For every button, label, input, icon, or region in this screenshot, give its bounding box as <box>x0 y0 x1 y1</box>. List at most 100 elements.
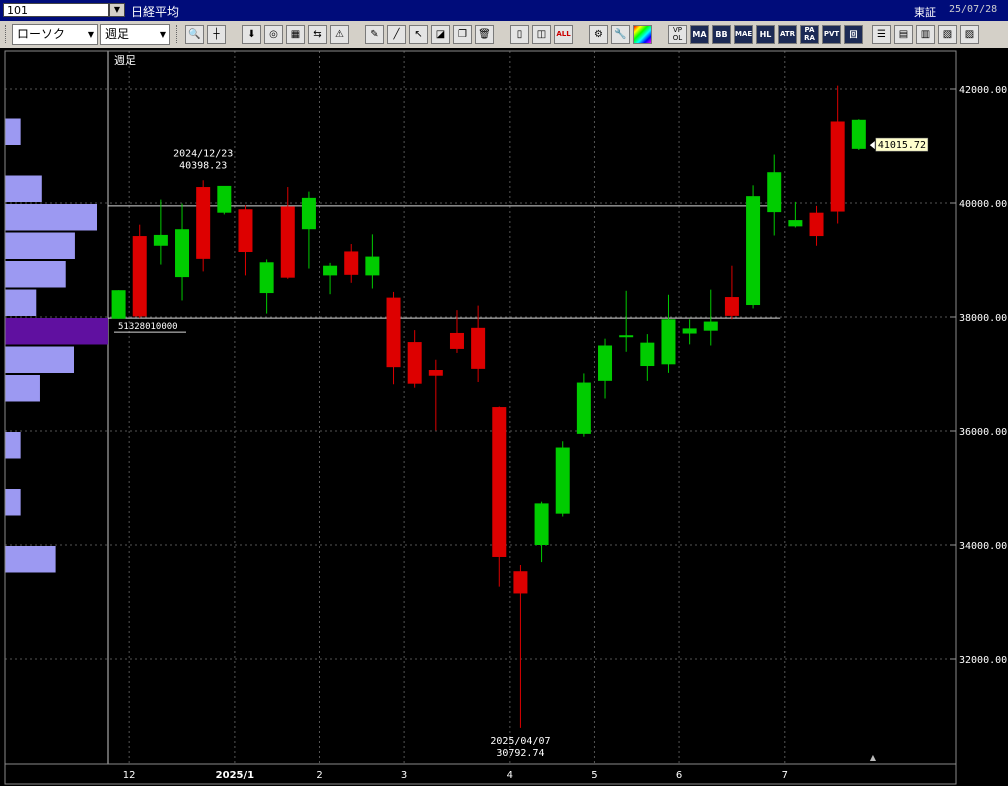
hl-button[interactable]: HL <box>756 25 775 44</box>
layout-bars-icon[interactable]: ▥ <box>916 25 935 44</box>
candle-body-down <box>809 212 824 237</box>
candle-icon[interactable]: ▯ <box>510 25 529 44</box>
candle-body-up <box>703 321 718 331</box>
layout-fan-icon[interactable]: ▨ <box>960 25 979 44</box>
candle-body-up <box>746 196 761 306</box>
x-tick-label: 7 <box>782 770 788 781</box>
date-label: 25/07/28 <box>949 4 998 15</box>
atr-button[interactable]: ATR <box>778 25 797 44</box>
title-bar: 101 ▼ 日経平均 東証 25/07/28 <box>0 0 1008 21</box>
cursor-icon[interactable]: ↖ <box>409 25 428 44</box>
volume-profile-bar <box>5 204 97 231</box>
volume-profile-bar <box>5 175 42 202</box>
pen-icon[interactable]: ✎ <box>365 25 384 44</box>
candle-body-up <box>661 319 676 365</box>
candle-body-down <box>386 297 401 368</box>
x-axis-border <box>4 763 957 785</box>
fill-icon[interactable]: ◪ <box>431 25 450 44</box>
wrench-icon[interactable]: 🔧 <box>611 25 630 44</box>
x-tick-label: 2025/1 <box>216 770 254 781</box>
color-palette-icon[interactable] <box>633 25 652 44</box>
candle-body-up <box>534 503 549 545</box>
copy-icon[interactable]: ❐ <box>453 25 472 44</box>
chart-type-value: ローソク <box>17 27 66 41</box>
candle-body-up <box>576 382 591 434</box>
kai-button[interactable]: 回 <box>844 25 863 44</box>
period-select[interactable]: 週足 ▼ <box>100 24 170 45</box>
candle-body-up <box>153 234 168 246</box>
magnifier-icon[interactable]: ◎ <box>264 25 283 44</box>
volume-profile-bar <box>5 546 56 573</box>
layout-tilt-icon[interactable]: ▤ <box>894 25 913 44</box>
candle-body-up <box>682 328 697 334</box>
candle-body-up <box>365 256 380 276</box>
chart-type-select[interactable]: ローソク ▼ <box>12 24 98 45</box>
layout-stack-icon[interactable]: ▧ <box>938 25 957 44</box>
crosshair-icon[interactable]: ┼ <box>207 25 226 44</box>
chevron-down-icon: ▼ <box>87 30 94 39</box>
volume-profile-bar <box>5 118 21 145</box>
toolbar-grip[interactable] <box>176 25 180 43</box>
stock-code-dropdown-button[interactable]: ▼ <box>109 3 125 17</box>
candle-body-up <box>555 447 570 514</box>
candle-body-up <box>619 335 634 338</box>
candlestick-chart: 週足 51328010000 2024/12/2340398.23 2025/04… <box>4 50 1007 785</box>
y-tick-label: 42000.00 <box>959 85 1007 96</box>
volume-profile-bar <box>5 375 40 402</box>
candle-body-down <box>449 332 464 349</box>
candle-body-down <box>344 251 359 275</box>
annotation-date: 2025/04/07 <box>490 736 550 747</box>
ruler-icon[interactable]: ▦ <box>286 25 305 44</box>
chevron-down-icon: ▼ <box>159 30 166 39</box>
candle-body-down <box>428 370 443 376</box>
last-price-label: 41015.72 <box>878 140 926 151</box>
candle-compare-icon[interactable]: ◫ <box>532 25 551 44</box>
candle-body-up <box>851 119 866 149</box>
vp-icon[interactable]: VP OL <box>668 25 687 44</box>
candle-body-down <box>196 187 211 259</box>
warning-icon[interactable]: ⚠ <box>330 25 349 44</box>
y-tick-label: 36000.00 <box>959 427 1007 438</box>
y-tick-label: 34000.00 <box>959 541 1007 552</box>
candle-body-up <box>323 265 338 276</box>
chart-area[interactable]: 週足 51328010000 2024/12/23 40398.23 2025/04… <box>0 48 1008 786</box>
scroll-up-icon: ▲ <box>870 753 877 762</box>
volume-profile-bar <box>5 489 21 516</box>
candle-body-down <box>724 297 739 316</box>
pvt-button[interactable]: PVT <box>822 25 841 44</box>
candle-body-down <box>513 571 528 594</box>
para-button[interactable]: PA RA <box>800 25 819 44</box>
mae-button[interactable]: MAE <box>734 25 753 44</box>
candle-body-up <box>217 185 232 213</box>
toolbar-grip[interactable] <box>5 25 9 43</box>
last-price-arrow-icon <box>869 141 875 150</box>
volume-profile-max-bar <box>5 318 108 345</box>
download-icon[interactable]: ⬇ <box>242 25 261 44</box>
stock-code-input[interactable]: 101 <box>3 3 109 17</box>
arrows-icon[interactable]: ⇆ <box>308 25 327 44</box>
candle-body-down <box>407 342 422 384</box>
layout-list-icon[interactable]: ☰ <box>872 25 891 44</box>
x-tick-label: 3 <box>401 770 407 781</box>
trash-icon[interactable]: 🗑 <box>475 25 494 44</box>
all-icon[interactable]: ALL <box>554 25 573 44</box>
gear-icon[interactable]: ⚙ <box>589 25 608 44</box>
zoom-icon[interactable]: 🔍 <box>185 25 204 44</box>
period-value: 週足 <box>105 27 130 41</box>
candle-body-down <box>471 327 486 369</box>
ma-button[interactable]: MA <box>690 25 709 44</box>
candle-body-up <box>640 342 655 367</box>
candle-body-up <box>259 262 274 294</box>
candle-body-down <box>492 407 507 557</box>
x-tick-label: 6 <box>676 770 682 781</box>
line-tool-icon[interactable]: ╱ <box>387 25 406 44</box>
annotation-value: 30792.74 <box>496 748 544 759</box>
market-label: 東証 <box>914 6 936 19</box>
annotation-value: 40398.23 <box>179 160 227 171</box>
x-tick-label: 4 <box>507 770 513 781</box>
bb-button[interactable]: BB <box>712 25 731 44</box>
candle-body-up <box>301 197 316 230</box>
candle-body-up <box>175 229 190 278</box>
volume-profile-bar <box>5 261 66 288</box>
x-tick-label: 5 <box>591 770 597 781</box>
